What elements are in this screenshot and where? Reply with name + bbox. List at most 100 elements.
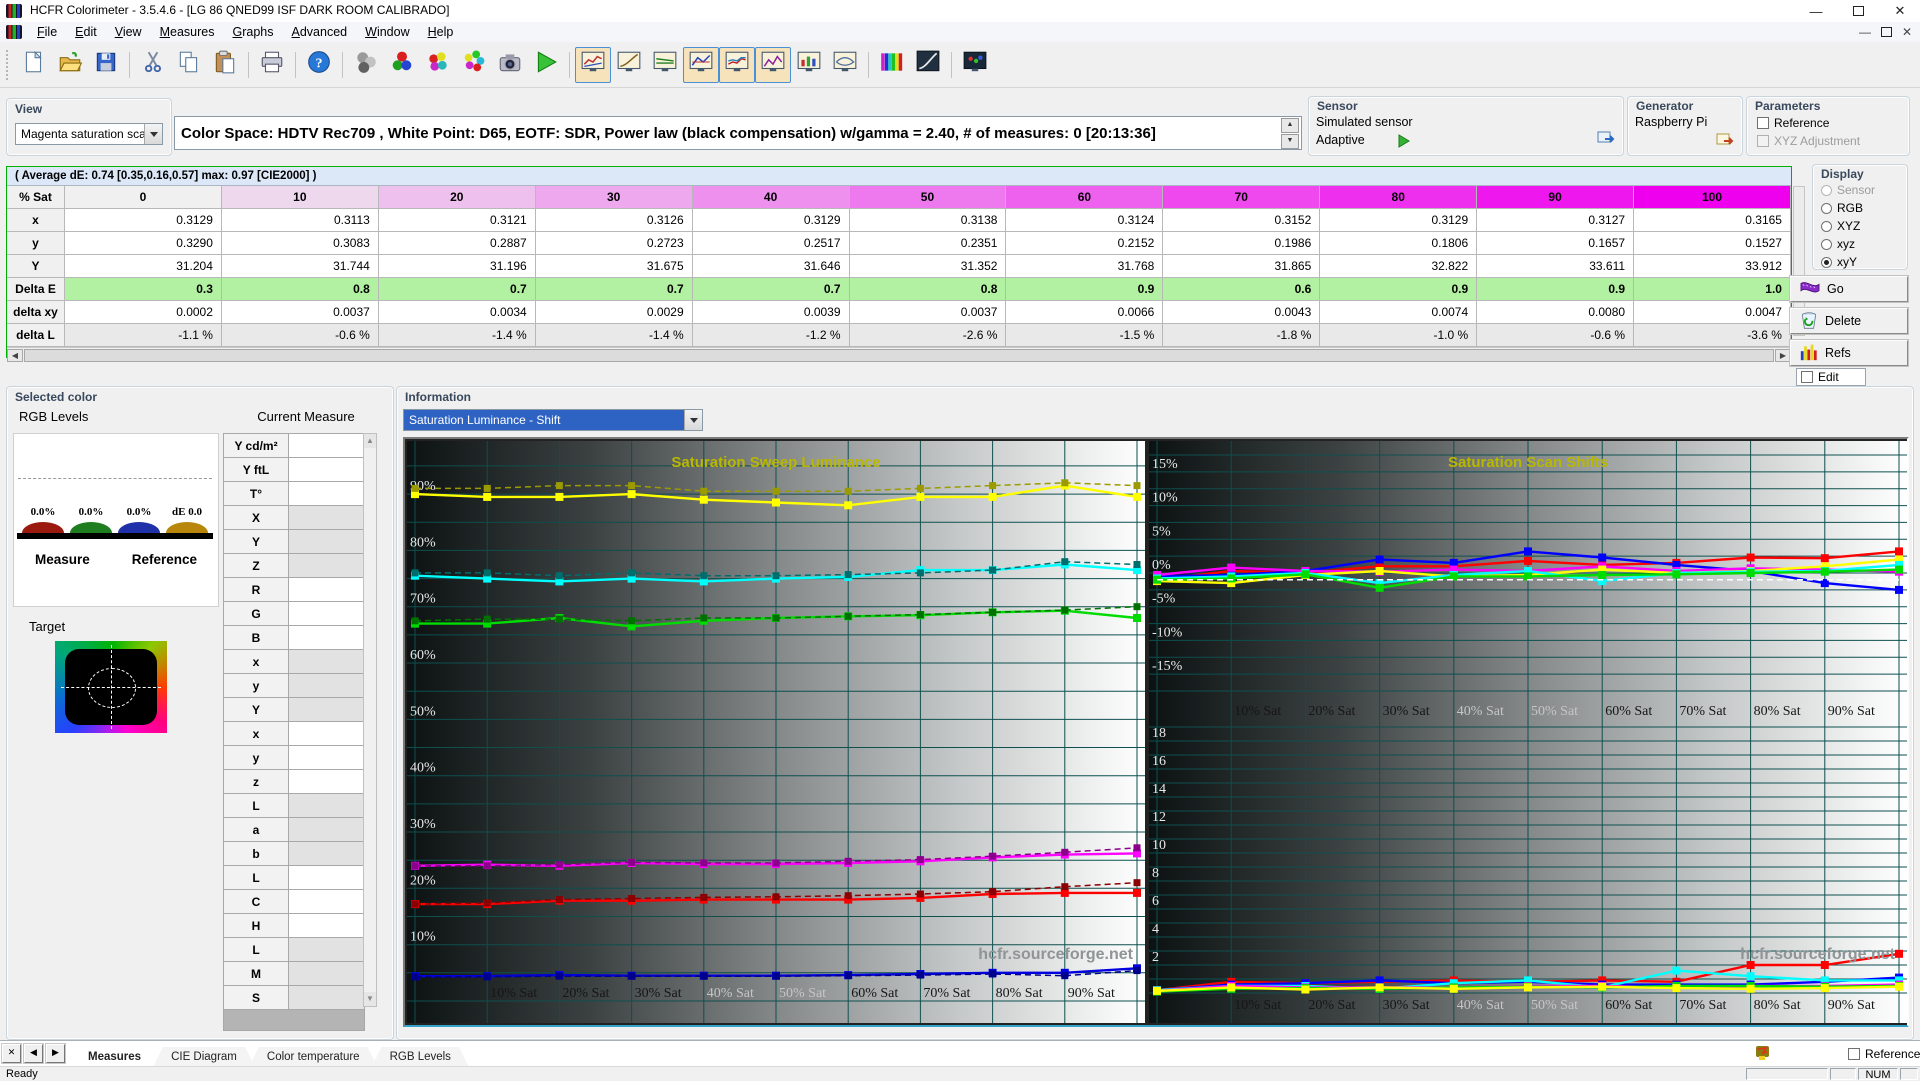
close-button[interactable]: ✕ <box>1880 0 1920 22</box>
table-cell[interactable]: 0.0029 <box>535 301 693 323</box>
table-cell[interactable]: 0.7 <box>692 278 850 300</box>
measure-row-value[interactable] <box>289 434 364 457</box>
table-cell[interactable]: 31.352 <box>849 255 1007 277</box>
display-lut-view-button[interactable] <box>957 47 993 83</box>
menu-advanced[interactable]: Advanced <box>283 22 357 42</box>
table-cell[interactable]: -1.2 % <box>692 324 850 346</box>
table-cell[interactable]: -1.1 % <box>65 324 222 346</box>
mdi-restore-button[interactable] <box>1880 27 1892 37</box>
menu-window[interactable]: Window <box>356 22 418 42</box>
cut-button[interactable] <box>135 47 171 83</box>
sensor-play-icon[interactable] <box>1397 134 1411 148</box>
run-measures-button[interactable] <box>528 47 564 83</box>
measure-row-value[interactable] <box>289 698 364 721</box>
graph-view-8-button[interactable] <box>827 47 863 83</box>
measure-row-value[interactable] <box>289 650 364 673</box>
spin-down-icon[interactable]: ▼ <box>1281 133 1299 149</box>
sensor-config-icon[interactable] <box>1597 129 1615 147</box>
measure-row-value[interactable] <box>289 602 364 625</box>
measure-row-value[interactable] <box>289 554 364 577</box>
table-cell[interactable]: 31.865 <box>1163 255 1321 277</box>
table-cell[interactable]: 31.204 <box>65 255 222 277</box>
measure-row-value[interactable] <box>289 530 364 553</box>
table-cell[interactable]: 0.0047 <box>1634 301 1791 323</box>
table-cell[interactable]: 0.8 <box>221 278 379 300</box>
measure-row-value[interactable] <box>289 722 364 745</box>
help-button[interactable]: ? <box>301 47 337 83</box>
table-cell[interactable]: 0.3124 <box>1006 209 1164 231</box>
measure-row-value[interactable] <box>289 746 364 769</box>
display-option-xyz[interactable]: XYZ <box>1821 217 1907 235</box>
measure-row-value[interactable] <box>289 866 364 889</box>
table-cell[interactable]: -1.4 % <box>378 324 536 346</box>
rgb-measure-button[interactable] <box>384 47 420 83</box>
table-cell[interactable]: 0.0080 <box>1477 301 1635 323</box>
measure-row-value[interactable] <box>289 674 364 697</box>
save-file-button[interactable] <box>88 47 124 83</box>
capture-button[interactable] <box>492 47 528 83</box>
measure-row-value[interactable] <box>289 578 364 601</box>
measure-series-button[interactable] <box>456 47 492 83</box>
graph-view-1-button[interactable] <box>575 46 611 83</box>
scroll-down-icon[interactable]: ▼ <box>364 992 376 1006</box>
tab-measures[interactable]: Measures <box>70 1047 159 1067</box>
measure-spinner[interactable]: ▲ ▼ <box>1281 117 1299 149</box>
table-cell[interactable]: 0.6 <box>1163 278 1321 300</box>
table-cell[interactable]: 0.0066 <box>1006 301 1164 323</box>
table-cell[interactable]: -1.5 % <box>1006 324 1164 346</box>
table-cell[interactable]: -1.8 % <box>1163 324 1321 346</box>
table-cell[interactable]: 0.0039 <box>692 301 850 323</box>
graph-view-2-button[interactable] <box>611 47 647 83</box>
refs-button[interactable]: Refs <box>1790 340 1908 366</box>
table-cell[interactable]: 0.3113 <box>221 209 379 231</box>
table-cell[interactable]: 33.611 <box>1477 255 1635 277</box>
copy-button[interactable] <box>171 47 207 83</box>
measure-row-value[interactable] <box>289 962 364 985</box>
table-cell[interactable]: 0.2152 <box>1006 232 1164 254</box>
reference-checkbox[interactable]: Reference <box>1757 116 1829 130</box>
table-cell[interactable]: 33.912 <box>1634 255 1791 277</box>
display-option-xyy[interactable]: xyY <box>1821 253 1907 271</box>
table-cell[interactable]: 0.3129 <box>692 209 850 231</box>
table-cell[interactable]: 0.3127 <box>1477 209 1635 231</box>
measure-row-value[interactable] <box>289 506 364 529</box>
go-button[interactable]: Go <box>1790 276 1908 302</box>
scroll-up-icon[interactable]: ▲ <box>364 434 376 448</box>
table-cell[interactable]: -1.0 % <box>1320 324 1478 346</box>
table-cell[interactable]: -3.6 % <box>1634 324 1791 346</box>
print-button[interactable] <box>254 47 290 83</box>
edit-checkbox[interactable]: Edit <box>1796 368 1866 386</box>
tab-cie-diagram[interactable]: CIE Diagram <box>153 1047 255 1067</box>
table-cell[interactable]: 0.3290 <box>65 232 222 254</box>
reference-display-checkbox[interactable]: Reference <box>1848 1047 1920 1061</box>
menu-graphs[interactable]: Graphs <box>224 22 283 42</box>
table-cell[interactable]: 0.0037 <box>221 301 379 323</box>
spin-up-icon[interactable]: ▲ <box>1281 117 1299 133</box>
table-cell[interactable]: 0.2351 <box>849 232 1007 254</box>
menu-edit[interactable]: Edit <box>66 22 106 42</box>
menu-help[interactable]: Help <box>419 22 463 42</box>
table-cell[interactable]: 0.9 <box>1006 278 1164 300</box>
graph-view-7-button[interactable] <box>791 47 827 83</box>
table-cell[interactable]: 0.1657 <box>1477 232 1635 254</box>
information-dropdown[interactable]: Saturation Luminance - Shift <box>403 409 703 431</box>
table-cell[interactable]: 0.3083 <box>221 232 379 254</box>
table-cell[interactable]: -0.6 % <box>221 324 379 346</box>
table-cell[interactable]: 32.822 <box>1320 255 1478 277</box>
table-cell[interactable]: 0.2517 <box>692 232 850 254</box>
measure-row-value[interactable] <box>289 794 364 817</box>
table-cell[interactable]: 31.675 <box>535 255 693 277</box>
measure-row-value[interactable] <box>289 770 364 793</box>
table-cell[interactable]: 0.1986 <box>1163 232 1321 254</box>
measure-row-value[interactable] <box>289 458 364 481</box>
tab-rgb-levels[interactable]: RGB Levels <box>372 1047 469 1067</box>
table-cell[interactable]: -1.4 % <box>535 324 693 346</box>
table-cell[interactable]: 31.196 <box>378 255 536 277</box>
table-cell[interactable]: 31.744 <box>221 255 379 277</box>
graph-view-6-button[interactable] <box>755 46 791 83</box>
tab-color-temperature[interactable]: Color temperature <box>249 1047 378 1067</box>
add-measure-button[interactable] <box>420 47 456 83</box>
display-option-xyz[interactable]: xyz <box>1821 235 1907 253</box>
tab-scroll-left-button[interactable]: ◀ <box>24 1044 43 1063</box>
measure-row-value[interactable] <box>289 914 364 937</box>
